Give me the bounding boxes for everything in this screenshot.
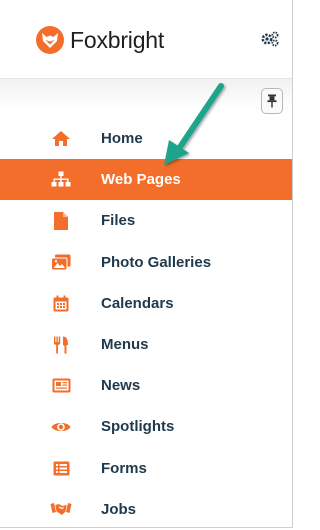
nav-item-label: Jobs xyxy=(101,500,137,518)
nav-item-label: Calendars xyxy=(101,294,174,312)
nav-item-label: Home xyxy=(101,130,143,148)
nav-item-photo-galleries[interactable]: Photo Galleries xyxy=(0,242,292,283)
nav-item-web-pages[interactable]: Web Pages xyxy=(0,159,292,201)
panel-shade xyxy=(0,79,292,109)
nav-item-home[interactable]: Home xyxy=(0,118,292,159)
nav-item-label: Spotlights xyxy=(101,418,175,436)
fox-logo-icon xyxy=(36,26,64,54)
sidebar-window: Foxbright Home Web Pages Files Photo Gal… xyxy=(0,0,293,528)
nav-item-label: Menus xyxy=(101,336,149,354)
file-icon xyxy=(50,211,72,231)
brand-logo[interactable]: Foxbright xyxy=(36,26,164,54)
form-list-icon xyxy=(50,458,72,478)
nav-item-label: Web Pages xyxy=(101,171,181,189)
nav-item-label: Files xyxy=(101,212,136,230)
nav-item-label: Forms xyxy=(101,459,147,477)
images-icon xyxy=(50,252,72,272)
calendar-icon xyxy=(50,293,72,313)
home-icon xyxy=(50,129,72,149)
eye-icon xyxy=(50,417,72,437)
nav-item-jobs[interactable]: Jobs xyxy=(0,489,292,530)
top-bar: Foxbright xyxy=(0,0,292,79)
brand-name: Foxbright xyxy=(70,26,165,53)
nav-item-label: News xyxy=(101,377,141,395)
pin-button[interactable] xyxy=(261,88,283,114)
nav-item-spotlights[interactable]: Spotlights xyxy=(0,406,292,447)
nav-item-menus[interactable]: Menus xyxy=(0,324,292,365)
nav-item-calendars[interactable]: Calendars xyxy=(0,283,292,324)
settings-gears-icon[interactable] xyxy=(260,30,280,48)
sitemap-icon xyxy=(50,170,72,190)
handshake-icon xyxy=(50,499,72,519)
nav-item-news[interactable]: News xyxy=(0,365,292,406)
nav-item-files[interactable]: Files xyxy=(0,200,292,241)
nav-item-label: Photo Galleries xyxy=(101,253,212,271)
newspaper-icon xyxy=(50,376,72,396)
main-nav: Home Web Pages Files Photo Galleries Cal… xyxy=(0,118,292,530)
pin-icon xyxy=(267,94,277,108)
nav-item-forms[interactable]: Forms xyxy=(0,448,292,489)
utensils-icon xyxy=(50,335,72,355)
